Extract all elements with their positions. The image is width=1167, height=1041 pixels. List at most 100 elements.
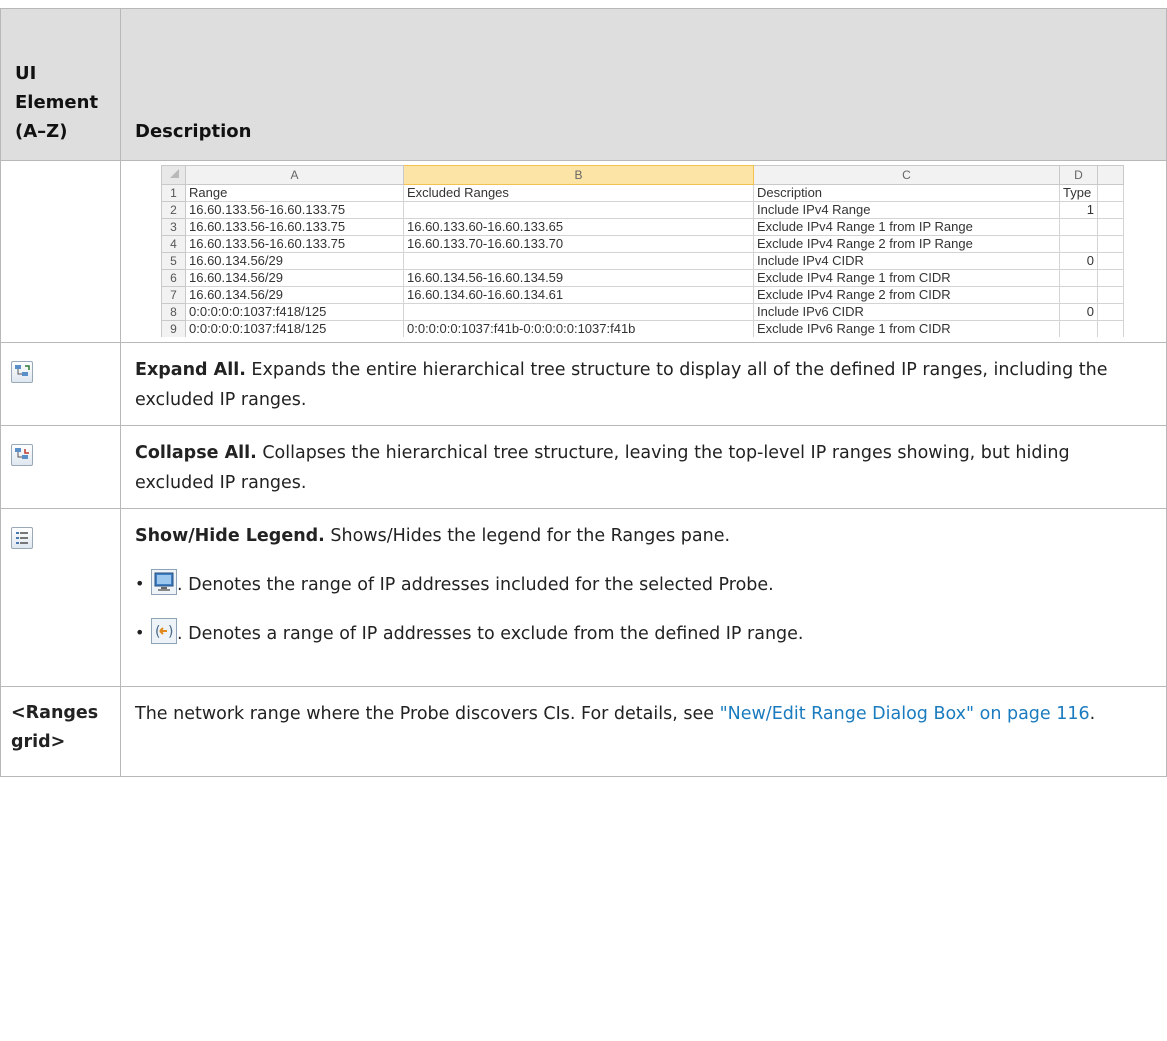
legend-icon[interactable] [11,527,33,549]
empty-element-cell [0,160,121,343]
svg-text:): ) [168,624,173,640]
legend-description: Show/Hide Legend. Shows/Hides the legend… [120,508,1167,687]
spreadsheet-row-1: 1 Range Excluded Ranges Description Type [161,184,1124,202]
spreadsheet-cell-a[interactable]: 16.60.134.56/29 [185,269,404,287]
spreadsheet-cell-d[interactable]: Type [1059,184,1098,202]
spreadsheet-cell-d[interactable]: 0 [1059,252,1098,270]
spreadsheet-cell-d[interactable]: 1 [1059,201,1098,219]
spreadsheet-column-headers: A B C D [161,165,1124,185]
spreadsheet-cell-d[interactable] [1059,286,1098,304]
spreadsheet-cell-b[interactable]: 16.60.133.60-16.60.133.65 [403,218,754,236]
expand-all-text: Expands the entire hierarchical tree str… [135,360,1108,410]
spreadsheet-cell-a[interactable]: 16.60.134.56/29 [185,252,404,270]
column-header-b[interactable]: B [403,165,754,185]
spreadsheet-cell-a[interactable]: 16.60.133.56-16.60.133.75 [185,235,404,253]
spreadsheet-filler-cell [1097,184,1124,202]
spreadsheet-filler-cell [1097,235,1124,253]
row-number[interactable]: 6 [161,269,186,287]
ranges-grid-text: The network range where the Probe discov… [135,704,720,724]
legend-item-probe: . Denotes the range of IP addresses incl… [135,569,1152,600]
spreadsheet-cell-d[interactable] [1059,320,1098,337]
spreadsheet-cell-b[interactable]: 16.60.134.56-16.60.134.59 [403,269,754,287]
legend-text: Shows/Hides the legend for the Ranges pa… [324,526,731,546]
row-number[interactable]: 8 [161,303,186,321]
expand-all-element-cell [0,342,121,426]
spreadsheet-filler-cell [1097,286,1124,304]
spreadsheet-filler-cell [1097,303,1124,321]
spreadsheet-cell-b[interactable] [403,201,754,219]
spreadsheet-row-4: 4 16.60.133.56-16.60.133.75 16.60.133.70-1… [161,235,1124,253]
probe-computer-icon [151,569,177,595]
spreadsheet-cell: A B C D 1 Range Excluded Ranges Description… [120,160,1167,343]
legend-item-excluded-text: . Denotes a range of IP addresses to exc… [177,624,804,644]
spreadsheet-cell-a[interactable]: 16.60.134.56/29 [185,286,404,304]
spreadsheet-cell-a[interactable]: 16.60.133.56-16.60.133.75 [185,201,404,219]
spreadsheet-cell-a[interactable]: Range [185,184,404,202]
collapse-all-row: Collapse All. Collapses the hierarchical… [0,425,1167,509]
spreadsheet-cell-d[interactable] [1059,269,1098,287]
collapse-all-term: Collapse All. [135,443,257,463]
collapse-all-icon[interactable] [11,444,33,466]
spreadsheet-row-9: 9 0:0:0:0:0:1037:f418/125 0:0:0:0:0:1037:f… [161,320,1124,337]
column-header-c[interactable]: C [753,165,1060,185]
header-description: Description [120,8,1167,161]
spreadsheet-cell-b[interactable] [403,303,754,321]
collapse-all-element-cell [0,425,121,509]
new-edit-range-dialog-link[interactable]: "New/Edit Range Dialog Box" on page 116 [720,704,1090,724]
spreadsheet-table: A B C D 1 Range Excluded Ranges Description… [161,165,1124,337]
row-number[interactable]: 5 [161,252,186,270]
spreadsheet-filler-cell [1097,320,1124,337]
spreadsheet-row-8: 8 0:0:0:0:0:1037:f418/125 Include IPv6 CID… [161,303,1124,321]
spreadsheet-cell-c[interactable]: Include IPv4 CIDR [753,252,1060,270]
spreadsheet-screenshot: A B C D 1 Range Excluded Ranges Description… [161,165,1136,337]
spreadsheet-cell-b[interactable]: 16.60.133.70-16.60.133.70 [403,235,754,253]
ranges-grid-description: The network range where the Probe discov… [120,686,1167,777]
column-header-d[interactable]: D [1059,165,1098,185]
spreadsheet-cell-c[interactable]: Include IPv4 Range [753,201,1060,219]
spreadsheet-cell-d[interactable] [1059,235,1098,253]
spreadsheet-cell-c[interactable]: Exclude IPv4 Range 1 from IP Range [753,218,1060,236]
column-header-filler [1097,165,1124,185]
spreadsheet-row-7: 7 16.60.134.56/29 16.60.134.60-16.60.134.6… [161,286,1124,304]
spreadsheet-cell-c[interactable]: Exclude IPv4 Range 2 from CIDR [753,286,1060,304]
row-number[interactable]: 2 [161,201,186,219]
spreadsheet-cell-b[interactable]: 16.60.134.60-16.60.134.61 [403,286,754,304]
ranges-grid-text-end: . [1089,704,1096,724]
spreadsheet-row: A B C D 1 Range Excluded Ranges Description… [0,160,1167,343]
row-number[interactable]: 1 [161,184,186,202]
row-number[interactable]: 3 [161,218,186,236]
expand-all-term: Expand All. [135,360,246,380]
collapse-all-text: Collapses the hierarchical tree structur… [135,443,1070,493]
excluded-range-icon: ( ) [151,618,177,644]
spreadsheet-cell-b[interactable] [403,252,754,270]
legend-item-excluded: ( ) . Denotes a range of IP addresses to… [135,618,1152,649]
column-header-a[interactable]: A [185,165,404,185]
ui-element-table: UI Element (A–Z) Description A B C D 1 R… [0,8,1167,777]
legend-item-probe-text: . Denotes the range of IP addresses incl… [177,575,774,595]
spreadsheet-cell-a[interactable]: 16.60.133.56-16.60.133.75 [185,218,404,236]
spreadsheet-cell-a[interactable]: 0:0:0:0:0:1037:f418/125 [185,303,404,321]
spreadsheet-filler-cell [1097,252,1124,270]
select-all-corner[interactable] [161,165,186,185]
row-number[interactable]: 4 [161,235,186,253]
spreadsheet-cell-c[interactable]: Exclude IPv6 Range 1 from CIDR [753,320,1060,337]
spreadsheet-cell-d[interactable]: 0 [1059,303,1098,321]
expand-all-icon[interactable] [11,361,33,383]
spreadsheet-cell-c[interactable]: Exclude IPv4 Range 1 from CIDR [753,269,1060,287]
legend-element-cell [0,508,121,687]
row-number[interactable]: 9 [161,320,186,337]
spreadsheet-cell-c[interactable]: Include IPv6 CIDR [753,303,1060,321]
spreadsheet-cell-c[interactable]: Exclude IPv4 Range 2 from IP Range [753,235,1060,253]
spreadsheet-filler-cell [1097,269,1124,287]
spreadsheet-cell-b[interactable]: Excluded Ranges [403,184,754,202]
expand-all-row: Expand All. Expands the entire hierarchi… [0,342,1167,426]
row-number[interactable]: 7 [161,286,186,304]
spreadsheet-row-3: 3 16.60.133.56-16.60.133.75 16.60.133.60-1… [161,218,1124,236]
spreadsheet-row-5: 5 16.60.134.56/29 Include IPv4 CIDR 0 [161,252,1124,270]
table-header-row: UI Element (A–Z) Description [0,8,1167,161]
spreadsheet-cell-a[interactable]: 0:0:0:0:0:1037:f418/125 [185,320,404,337]
spreadsheet-cell-b[interactable]: 0:0:0:0:0:1037:f41b-0:0:0:0:0:1037:f41b [403,320,754,337]
spreadsheet-cell-c[interactable]: Description [753,184,1060,202]
spreadsheet-cell-d[interactable] [1059,218,1098,236]
spreadsheet-row-2: 2 16.60.133.56-16.60.133.75 Include IPv4 R… [161,201,1124,219]
